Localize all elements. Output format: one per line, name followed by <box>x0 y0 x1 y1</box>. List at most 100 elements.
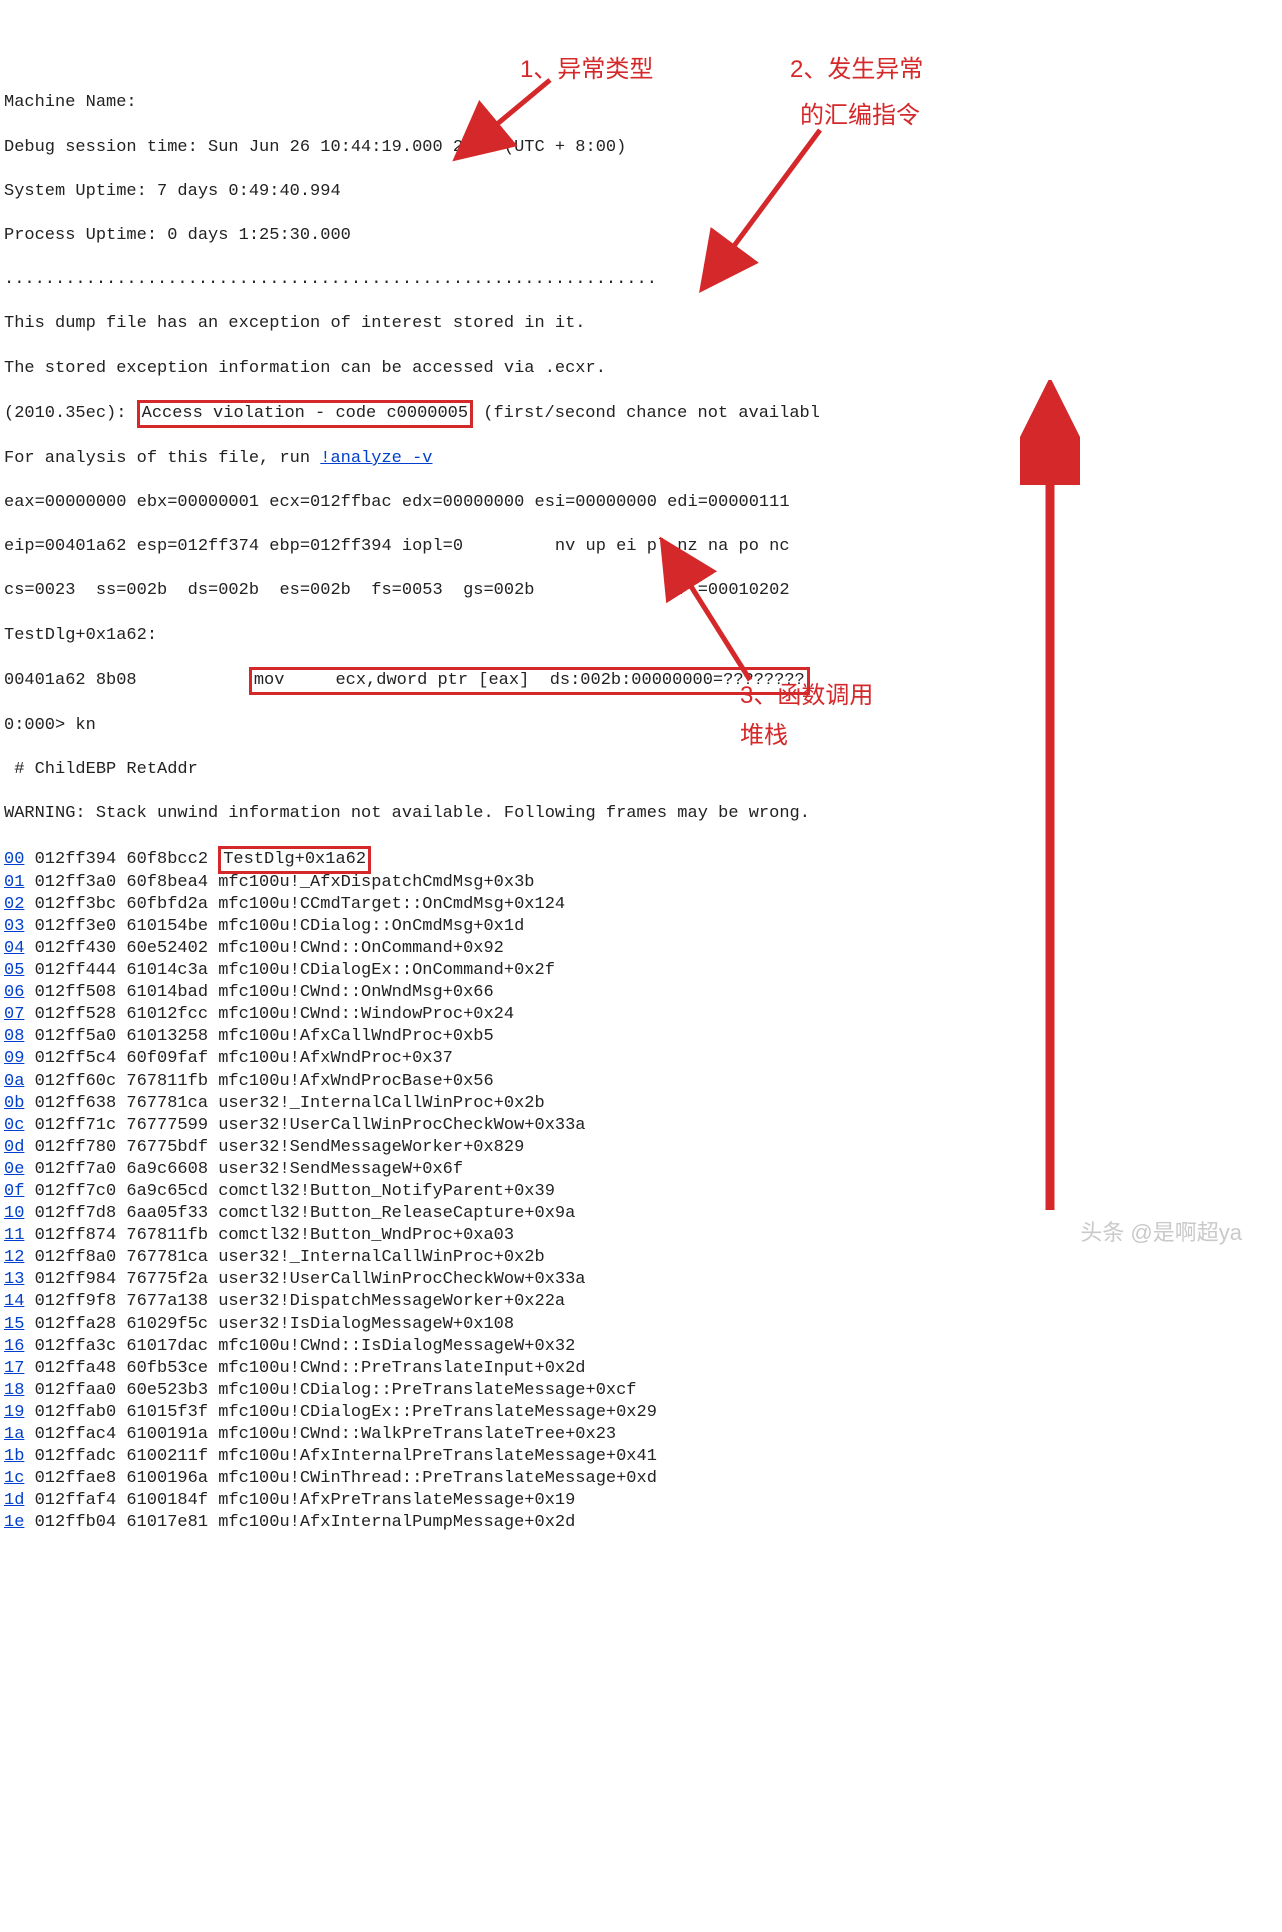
frame-number-link[interactable]: 02 <box>4 894 24 916</box>
frame-number-link[interactable]: 14 <box>4 1291 24 1313</box>
frame-number-link[interactable]: 1e <box>4 1512 24 1534</box>
frame-number-link[interactable]: 15 <box>4 1314 24 1336</box>
stack-frame: 03 012ff3e0 610154be mfc100u!CDialog::On… <box>4 916 1278 938</box>
machine-name-line: Machine Name: <box>4 92 1278 114</box>
kn-prompt-line: 0:000> kn <box>4 715 1278 737</box>
frame-number-link[interactable]: 1b <box>4 1446 24 1468</box>
annotation-3: 3、函数调用 <box>740 680 873 711</box>
frame-addresses: 012ffa28 61029f5c <box>24 1315 218 1334</box>
stack-frame: 1b 012ffadc 6100211f mfc100u!AfxInternal… <box>4 1446 1278 1468</box>
frame-number-link[interactable]: 07 <box>4 1004 24 1026</box>
frame-addresses: 012ff5c4 60f09faf <box>24 1049 218 1068</box>
analyze-link[interactable]: !analyze -v <box>320 449 432 468</box>
violation-line: (2010.35ec): Access violation - code c00… <box>4 402 1278 426</box>
frame-addresses: 012ffab0 61015f3f <box>24 1403 218 1422</box>
frame-symbol: mfc100u!CWnd::WindowProc+0x24 <box>218 1005 514 1024</box>
frame-addresses: 012ffaf4 6100184f <box>24 1491 218 1510</box>
warning-line: WARNING: Stack unwind information not av… <box>4 803 1278 825</box>
frame-number-link[interactable]: 08 <box>4 1026 24 1048</box>
frame-number-link[interactable]: 1d <box>4 1490 24 1512</box>
frame-number-link[interactable]: 09 <box>4 1048 24 1070</box>
stack-frame: 02 012ff3bc 60fbfd2a mfc100u!CCmdTarget:… <box>4 894 1278 916</box>
frame-symbol: mfc100u!CWnd::PreTranslateInput+0x2d <box>218 1359 585 1378</box>
frame-addresses: 012ff394 60f8bcc2 <box>24 850 218 869</box>
frame-symbol: mfc100u!AfxInternalPreTranslateMessage+0… <box>218 1447 657 1466</box>
frame-number-link[interactable]: 01 <box>4 872 24 894</box>
stack-frame: 0e 012ff7a0 6a9c6608 user32!SendMessageW… <box>4 1159 1278 1181</box>
frame-symbol: user32!_InternalCallWinProc+0x2b <box>218 1094 544 1113</box>
frame-addresses: 012ff3e0 610154be <box>24 917 218 936</box>
frame-number-link[interactable]: 0e <box>4 1159 24 1181</box>
frame-addresses: 012ff7d8 6aa05f33 <box>24 1204 218 1223</box>
frame-number-link[interactable]: 16 <box>4 1336 24 1358</box>
frame-number-link[interactable]: 05 <box>4 960 24 982</box>
frame-symbol: mfc100u!CCmdTarget::OnCmdMsg+0x124 <box>218 895 565 914</box>
debug-time-line: Debug session time: Sun Jun 26 10:44:19.… <box>4 137 1278 159</box>
frame-addresses: 012ff638 767781ca <box>24 1094 218 1113</box>
stack-frame: 07 012ff528 61012fcc mfc100u!CWnd::Windo… <box>4 1004 1278 1026</box>
annotation-2b: 的汇编指令 <box>800 100 920 131</box>
analysis-line: For analysis of this file, run !analyze … <box>4 448 1278 470</box>
frame-number-link[interactable]: 10 <box>4 1203 24 1225</box>
frame-addresses: 012ff444 61014c3a <box>24 961 218 980</box>
frame-symbol: user32!SendMessageWorker+0x829 <box>218 1138 524 1157</box>
watermark-text: 头条 @是啊超ya <box>1080 1219 1242 1248</box>
frame-number-link[interactable]: 1a <box>4 1424 24 1446</box>
frame-symbol: user32!UserCallWinProcCheckWow+0x33a <box>218 1116 585 1135</box>
stack-frame: 01 012ff3a0 60f8bea4 mfc100u!_AfxDispatc… <box>4 872 1278 894</box>
analysis-prefix: For analysis of this file, run <box>4 449 320 468</box>
frame-number-link[interactable]: 0b <box>4 1093 24 1115</box>
asm-instr-box: mov ecx,dword ptr [eax] ds:002b:00000000… <box>249 667 810 695</box>
frame-symbol: mfc100u!_AfxDispatchCmdMsg+0x3b <box>218 873 534 892</box>
frame-symbol: mfc100u!CWnd::OnCommand+0x92 <box>218 939 504 958</box>
dump-file-line: This dump file has an exception of inter… <box>4 313 1278 335</box>
frame-symbol: mfc100u!AfxInternalPumpMessage+0x2d <box>218 1513 575 1532</box>
frame-addresses: 012ffaa0 60e523b3 <box>24 1381 218 1400</box>
frame-number-link[interactable]: 18 <box>4 1380 24 1402</box>
stack-frame: 18 012ffaa0 60e523b3 mfc100u!CDialog::Pr… <box>4 1380 1278 1402</box>
regs-line-3: cs=0023 ss=002b ds=002b es=002b fs=0053 … <box>4 580 1278 602</box>
frame-number-link[interactable]: 1c <box>4 1468 24 1490</box>
frame-addresses: 012ff508 61014bad <box>24 983 218 1002</box>
frame-number-link[interactable]: 19 <box>4 1402 24 1424</box>
frame-number-link[interactable]: 12 <box>4 1247 24 1269</box>
frame-symbol: mfc100u!CDialog::PreTranslateMessage+0xc… <box>218 1381 636 1400</box>
frame-symbol: comctl32!Button_ReleaseCapture+0x9a <box>218 1204 575 1223</box>
thread-id: (2010.35ec): <box>4 404 137 423</box>
stack-frame: 1e 012ffb04 61017e81 mfc100u!AfxInternal… <box>4 1512 1278 1534</box>
frame-number-link[interactable]: 0a <box>4 1071 24 1093</box>
frame-symbol: mfc100u!CWnd::IsDialogMessageW+0x32 <box>218 1337 575 1356</box>
annotation-3b: 堆栈 <box>740 720 788 751</box>
frame-number-link[interactable]: 04 <box>4 938 24 960</box>
frame-number-link[interactable]: 06 <box>4 982 24 1004</box>
frame-symbol: mfc100u!CDialogEx::OnCommand+0x2f <box>218 961 555 980</box>
frame-addresses: 012ffb04 61017e81 <box>24 1513 218 1532</box>
system-uptime-line: System Uptime: 7 days 0:49:40.994 <box>4 181 1278 203</box>
frame-symbol: mfc100u!CDialog::OnCmdMsg+0x1d <box>218 917 524 936</box>
frame-addresses: 012ff874 767811fb <box>24 1226 218 1245</box>
stack-frame: 12 012ff8a0 767781ca user32!_InternalCal… <box>4 1247 1278 1269</box>
frame-addresses: 012ffa3c 61017dac <box>24 1337 218 1356</box>
stack-frame: 00 012ff394 60f8bcc2 TestDlg+0x1a62 <box>4 848 1278 872</box>
frame-symbol: user32!UserCallWinProcCheckWow+0x33a <box>218 1270 585 1289</box>
frame-number-link[interactable]: 0c <box>4 1115 24 1137</box>
frame-addresses: 012ff71c 76777599 <box>24 1116 218 1135</box>
stack-frame: 0a 012ff60c 767811fb mfc100u!AfxWndProcB… <box>4 1071 1278 1093</box>
frame-number-link[interactable]: 0f <box>4 1181 24 1203</box>
frame-number-link[interactable]: 13 <box>4 1269 24 1291</box>
frame-number-link[interactable]: 17 <box>4 1358 24 1380</box>
frame-number-link[interactable]: 11 <box>4 1225 24 1247</box>
frame-number-link[interactable]: 03 <box>4 916 24 938</box>
asm-instr-line: 00401a62 8b08 mov ecx,dword ptr [eax] ds… <box>4 669 1278 693</box>
frame-symbol: user32!DispatchMessageWorker+0x22a <box>218 1292 565 1311</box>
stack-frame: 04 012ff430 60e52402 mfc100u!CWnd::OnCom… <box>4 938 1278 960</box>
frame-addresses: 012ff430 60e52402 <box>24 939 218 958</box>
frame-number-link[interactable]: 00 <box>4 849 24 871</box>
frame-symbol: comctl32!Button_NotifyParent+0x39 <box>218 1182 555 1201</box>
stack-frame: 13 012ff984 76775f2a user32!UserCallWinP… <box>4 1269 1278 1291</box>
frame-number-link[interactable]: 0d <box>4 1137 24 1159</box>
frame-addresses: 012ff3a0 60f8bea4 <box>24 873 218 892</box>
stack-frame: 16 012ffa3c 61017dac mfc100u!CWnd::IsDia… <box>4 1336 1278 1358</box>
frame-symbol: comctl32!Button_WndProc+0xa03 <box>218 1226 514 1245</box>
frame-symbol: mfc100u!AfxWndProc+0x37 <box>218 1049 453 1068</box>
